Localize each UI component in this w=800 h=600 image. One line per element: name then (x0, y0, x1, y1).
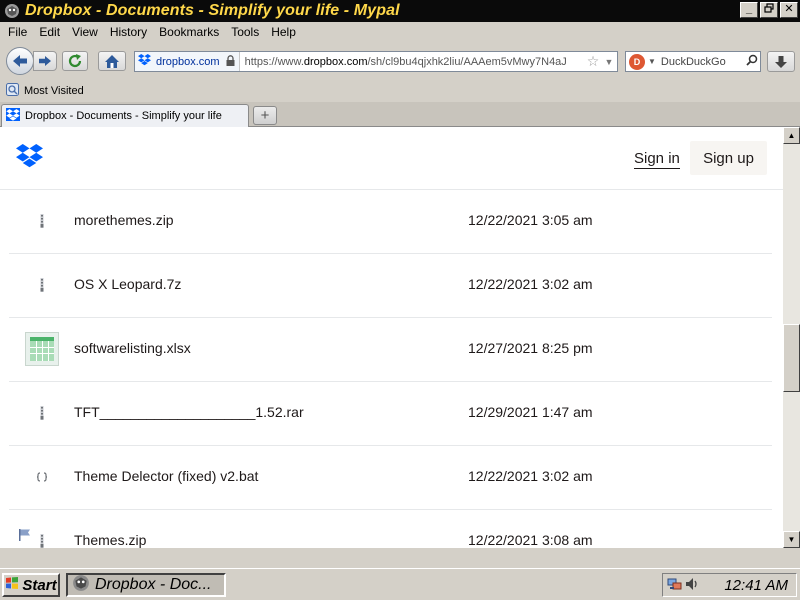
window-controls: _ ✕ (740, 2, 798, 18)
site-identity[interactable]: dropbox.com (135, 52, 240, 71)
url-domain: dropbox.com (303, 55, 368, 68)
file-name[interactable]: OS X Leopard.7z (74, 276, 181, 292)
most-visited-icon (6, 83, 19, 99)
title-bar: Dropbox - Documents - Simplify your life… (0, 0, 800, 22)
menu-tools[interactable]: Tools (225, 25, 265, 39)
close-button[interactable]: ✕ (780, 2, 798, 18)
zip-icon (25, 396, 59, 430)
file-date: 12/22/2021 3:05 am (468, 212, 593, 228)
new-tab-button[interactable]: + (253, 106, 277, 125)
search-icon[interactable] (744, 54, 760, 69)
menu-history[interactable]: History (104, 25, 153, 39)
menu-view[interactable]: View (66, 25, 104, 39)
tab-dropbox[interactable]: Dropbox - Documents - Simplify your life (1, 104, 249, 127)
vertical-scrollbar[interactable]: ▲ ▼ (783, 127, 800, 548)
restore-button[interactable] (760, 2, 778, 18)
tab-bar: Dropbox - Documents - Simplify your life… (0, 102, 800, 127)
file-row[interactable]: TFT____________________1.52.rar 12/29/20… (9, 382, 772, 446)
file-list: morethemes.zip 12/22/2021 3:05 am OS X L… (9, 190, 772, 548)
menu-bar: File Edit View History Bookmarks Tools H… (0, 22, 800, 42)
forward-button[interactable] (33, 51, 57, 71)
most-visited-link[interactable]: Most Visited (24, 85, 84, 97)
download-arrow-icon (775, 55, 787, 68)
home-button[interactable] (98, 51, 126, 71)
site-header: Sign in Sign up (0, 127, 783, 190)
file-row[interactable]: softwarelisting.xlsx 12/27/2021 8:25 pm (9, 318, 772, 382)
file-date: 12/29/2021 1:47 am (468, 404, 593, 420)
file-name[interactable]: morethemes.zip (74, 212, 174, 228)
reload-icon (68, 54, 82, 68)
bookmarks-toolbar: Most Visited (0, 80, 800, 102)
mypal-app-icon (3, 2, 21, 20)
status-bar (0, 548, 800, 568)
file-date: 12/22/2021 3:08 am (468, 532, 593, 548)
file-name[interactable]: TFT____________________1.52.rar (74, 404, 304, 420)
url-text[interactable]: https://www.dropbox.com/sh/cl9bu4qjxhk2l… (240, 56, 585, 68)
code-icon (25, 460, 59, 494)
file-date: 12/27/2021 8:25 pm (468, 340, 593, 356)
taskbar: Start Dropbox - Doc... 12:41 AM (0, 568, 800, 600)
downloads-button[interactable] (767, 51, 795, 72)
sign-in-link[interactable]: Sign in (634, 150, 680, 169)
scroll-up-button[interactable]: ▲ (783, 127, 800, 144)
file-name[interactable]: Themes.zip (74, 532, 146, 548)
back-arrow-icon (13, 55, 27, 67)
duckduckgo-icon[interactable]: D (629, 53, 645, 70)
file-row[interactable]: Themes.zip 12/22/2021 3:08 am (9, 510, 772, 548)
search-placeholder: DuckDuckGo (660, 55, 726, 68)
taskbar-window-button[interactable]: Dropbox - Doc... (66, 573, 226, 597)
file-name[interactable]: softwarelisting.xlsx (74, 340, 191, 356)
desktop-window: Dropbox - Documents - Simplify your life… (0, 0, 800, 600)
mypal-task-icon (72, 575, 90, 595)
navigation-toolbar: dropbox.com https://www.dropbox.com/sh/c… (0, 42, 800, 80)
search-bar[interactable]: D ▼ DuckDuckGo (625, 51, 761, 72)
file-name[interactable]: Theme Delector (fixed) v2.bat (74, 468, 258, 484)
zip-icon (25, 268, 59, 302)
spreadsheet-icon (25, 332, 59, 366)
url-dropdown-icon[interactable]: ▼ (601, 57, 617, 67)
identity-domain: dropbox.com (156, 55, 220, 68)
dropbox-favicon (138, 54, 151, 69)
zip-icon (25, 524, 59, 548)
url-bar[interactable]: dropbox.com https://www.dropbox.com/sh/c… (134, 51, 618, 72)
search-engine-dropdown-icon[interactable]: ▼ (648, 57, 656, 66)
menu-file[interactable]: File (2, 25, 33, 39)
dropbox-logo-icon[interactable] (16, 144, 43, 172)
menu-edit[interactable]: Edit (33, 25, 66, 39)
minimize-button[interactable]: _ (740, 2, 758, 18)
file-row[interactable]: OS X Leopard.7z 12/22/2021 3:02 am (9, 254, 772, 318)
tab-label: Dropbox - Documents - Simplify your life (25, 110, 222, 122)
file-row[interactable]: Theme Delector (fixed) v2.bat 12/22/2021… (9, 446, 772, 510)
network-icon[interactable] (667, 576, 683, 595)
zip-icon (25, 204, 59, 238)
url-prefix: https://www. (244, 55, 304, 68)
windows-flag-icon (5, 576, 19, 594)
menu-help[interactable]: Help (265, 25, 302, 39)
forward-arrow-icon (39, 56, 51, 66)
sign-up-button[interactable]: Sign up (690, 141, 767, 175)
url-path: /sh/cl9bu4qjxhk2liu/AAAem5vMwy7N4aJ (367, 55, 567, 68)
taskbar-window-label: Dropbox - Doc... (95, 576, 212, 593)
file-date: 12/22/2021 3:02 am (468, 468, 593, 484)
file-row[interactable]: morethemes.zip 12/22/2021 3:05 am (9, 190, 772, 254)
start-label: Start (22, 576, 57, 594)
dropbox-tab-icon (4, 106, 22, 124)
bookmark-star-icon[interactable]: ☆ (585, 53, 601, 70)
clock: 12:41 AM (724, 576, 788, 594)
window-title: Dropbox - Documents - Simplify your life… (25, 2, 400, 19)
lock-icon (226, 54, 235, 69)
file-date: 12/22/2021 3:02 am (468, 276, 593, 292)
back-button[interactable] (6, 47, 34, 75)
page-content: Sign in Sign up morethemes.zip 12/22/202… (0, 127, 783, 548)
system-tray: 12:41 AM (662, 573, 797, 597)
scroll-thumb[interactable] (783, 324, 800, 392)
menu-bookmarks[interactable]: Bookmarks (153, 25, 225, 39)
scroll-down-button[interactable]: ▼ (783, 531, 800, 548)
home-icon (105, 54, 119, 68)
reload-button[interactable] (62, 51, 88, 71)
volume-icon[interactable] (684, 576, 700, 595)
start-button[interactable]: Start (2, 573, 60, 597)
